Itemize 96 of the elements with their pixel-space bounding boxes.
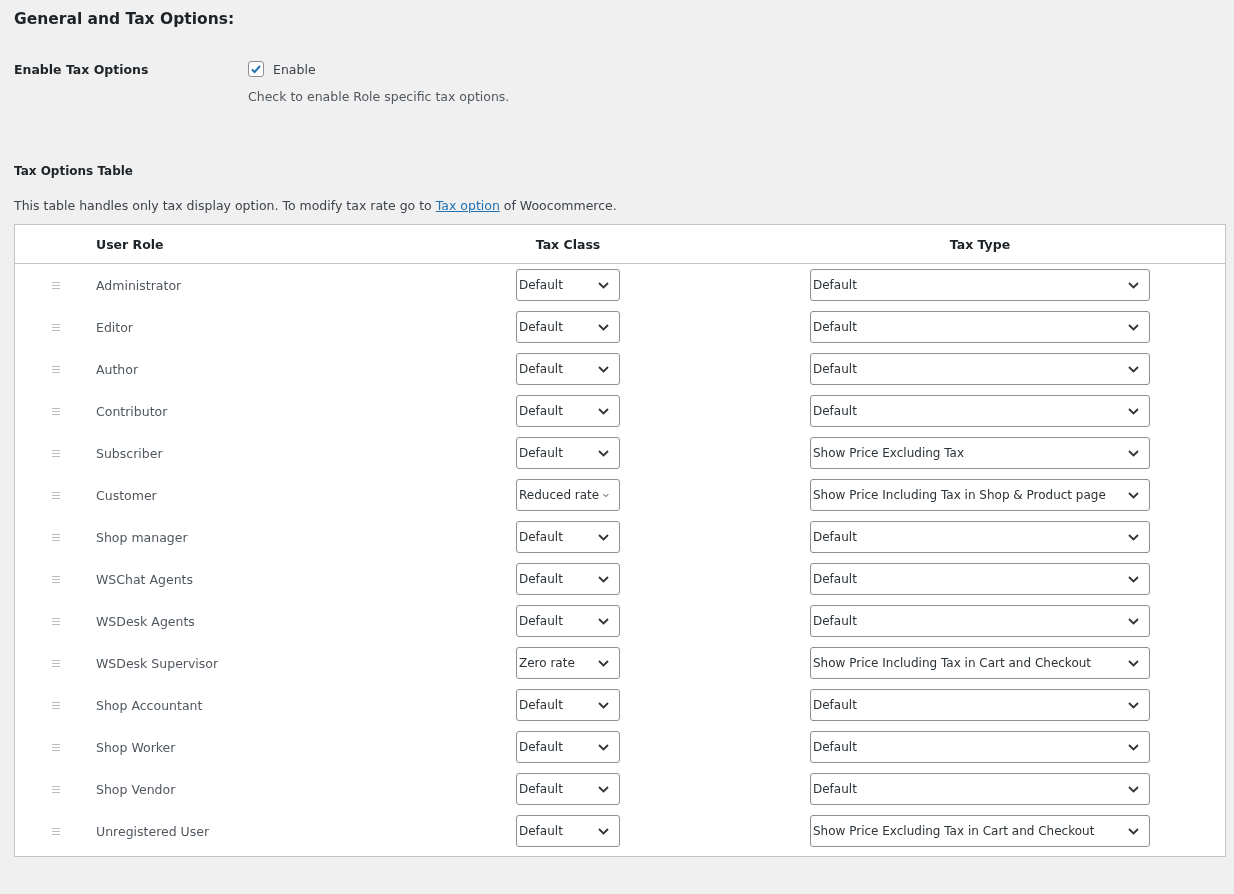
tax-type-select[interactable]: Show Price Including Tax in Shop & Product page (810, 479, 1150, 511)
section-heading: General and Tax Options: (14, 10, 236, 28)
user-role-cell: Customer (96, 487, 157, 503)
drag-handle-icon[interactable] (51, 365, 60, 373)
chevron-down-icon (598, 449, 609, 457)
tax-type-select[interactable]: Default (810, 563, 1150, 595)
drag-handle-icon[interactable] (51, 785, 60, 793)
user-role-cell: WSDesk Agents (96, 613, 195, 629)
chevron-down-icon (598, 785, 609, 793)
user-role-cell: WSChat Agents (96, 571, 193, 587)
user-role-cell: Shop Accountant (96, 697, 203, 713)
column-header: Tax Class (535, 236, 601, 252)
tax-type-select[interactable]: Show Price Excluding Tax in Cart and Checkout (810, 815, 1150, 847)
checkbox[interactable] (248, 61, 264, 77)
chevron-down-icon (1128, 575, 1139, 583)
drag-handle-icon[interactable] (51, 491, 60, 499)
drag-handle-icon[interactable] (51, 449, 60, 457)
chevron-down-icon (598, 407, 609, 415)
chevron-down-icon (1128, 617, 1139, 625)
description-text: Check to enable Role specific tax options. (248, 89, 510, 104)
table-title: Tax Options Table (14, 164, 134, 178)
drag-handle-icon[interactable] (51, 407, 60, 415)
tax-class-select[interactable]: Default (516, 269, 620, 301)
chevron-down-icon (598, 701, 609, 709)
chevron-down-icon (598, 743, 609, 751)
user-role-cell: Subscriber (96, 445, 163, 461)
column-header: Tax Type (949, 236, 1011, 252)
user-role-cell: Shop manager (96, 529, 188, 545)
tax-option-link[interactable]: Tax option (435, 198, 500, 213)
chevron-down-icon (1128, 491, 1139, 499)
chevron-down-icon (1128, 701, 1139, 709)
drag-handle-icon[interactable] (51, 281, 60, 289)
user-role-cell: WSDesk Supervisor (96, 655, 219, 671)
chevron-down-icon (598, 323, 609, 331)
tax-type-select[interactable]: Default (810, 689, 1150, 721)
user-role-cell: Editor (96, 319, 133, 335)
tax-type-select[interactable]: Show Price Including Tax in Cart and Checkout (810, 647, 1150, 679)
chevron-down-icon (598, 533, 609, 541)
user-role-cell: Unregistered User (96, 823, 210, 839)
drag-handle-icon[interactable] (51, 659, 60, 667)
tax-class-select[interactable]: Default (516, 437, 620, 469)
note-text: This table handles only tax display option. To modify tax rate go to (14, 198, 433, 213)
tax-type-select[interactable]: Default (810, 521, 1150, 553)
chevron-down-icon (1128, 827, 1139, 835)
user-role-cell: Author (96, 361, 139, 377)
drag-handle-icon[interactable] (51, 701, 60, 709)
chevron-down-icon (1128, 785, 1139, 793)
tax-class-select[interactable]: Default (516, 815, 620, 847)
setting-label: Enable Tax Options (14, 62, 150, 79)
chevron-down-icon (1128, 281, 1139, 289)
tax-class-select[interactable]: Default (516, 731, 620, 763)
chevron-down-icon (598, 575, 609, 583)
tax-type-select[interactable]: Default (810, 395, 1150, 427)
tax-class-select[interactable]: Default (516, 311, 620, 343)
chevron-down-icon (598, 617, 609, 625)
tax-type-select[interactable]: Default (810, 731, 1150, 763)
chevron-down-icon (1128, 449, 1139, 457)
drag-handle-icon[interactable] (51, 827, 60, 835)
chevron-down-icon (603, 491, 609, 499)
tax-class-select[interactable]: Reduced rate (516, 479, 620, 511)
drag-handle-icon[interactable] (51, 323, 60, 331)
tax-type-select[interactable]: Default (810, 605, 1150, 637)
tax-class-select[interactable]: Default (516, 605, 620, 637)
chevron-down-icon (1128, 743, 1139, 751)
chevron-down-icon (598, 281, 609, 289)
user-role-cell: Shop Worker (96, 739, 176, 755)
drag-handle-icon[interactable] (51, 533, 60, 541)
tax-class-select[interactable]: Default (516, 353, 620, 385)
chevron-down-icon (1128, 533, 1139, 541)
user-role-cell: Administrator (96, 277, 182, 293)
user-role-cell: Shop Vendor (96, 781, 176, 797)
tax-class-select[interactable]: Default (516, 563, 620, 595)
chevron-down-icon (598, 827, 609, 835)
tax-class-select[interactable]: Zero rate (516, 647, 620, 679)
user-role-cell: Contributor (96, 403, 168, 419)
chevron-down-icon (598, 365, 609, 373)
checkbox-label: Enable (273, 61, 316, 77)
tax-type-select[interactable]: Show Price Excluding Tax (810, 437, 1150, 469)
drag-handle-icon[interactable] (51, 617, 60, 625)
tax-class-select[interactable]: Default (516, 773, 620, 805)
chevron-down-icon (598, 659, 609, 667)
column-header: User Role (96, 236, 164, 252)
chevron-down-icon (1128, 659, 1139, 667)
tax-class-select[interactable]: Default (516, 395, 620, 427)
tax-type-select[interactable]: Default (810, 311, 1150, 343)
tax-type-select[interactable]: Default (810, 269, 1150, 301)
tax-type-select[interactable]: Default (810, 773, 1150, 805)
chevron-down-icon (1128, 365, 1139, 373)
tax-class-select[interactable]: Default (516, 689, 620, 721)
tax-class-select[interactable]: Default (516, 521, 620, 553)
tax-type-select[interactable]: Default (810, 353, 1150, 385)
note-text: of Woocommerce. (502, 198, 617, 213)
drag-handle-icon[interactable] (51, 743, 60, 751)
chevron-down-icon (1128, 323, 1139, 331)
drag-handle-icon[interactable] (51, 575, 60, 583)
chevron-down-icon (1128, 407, 1139, 415)
